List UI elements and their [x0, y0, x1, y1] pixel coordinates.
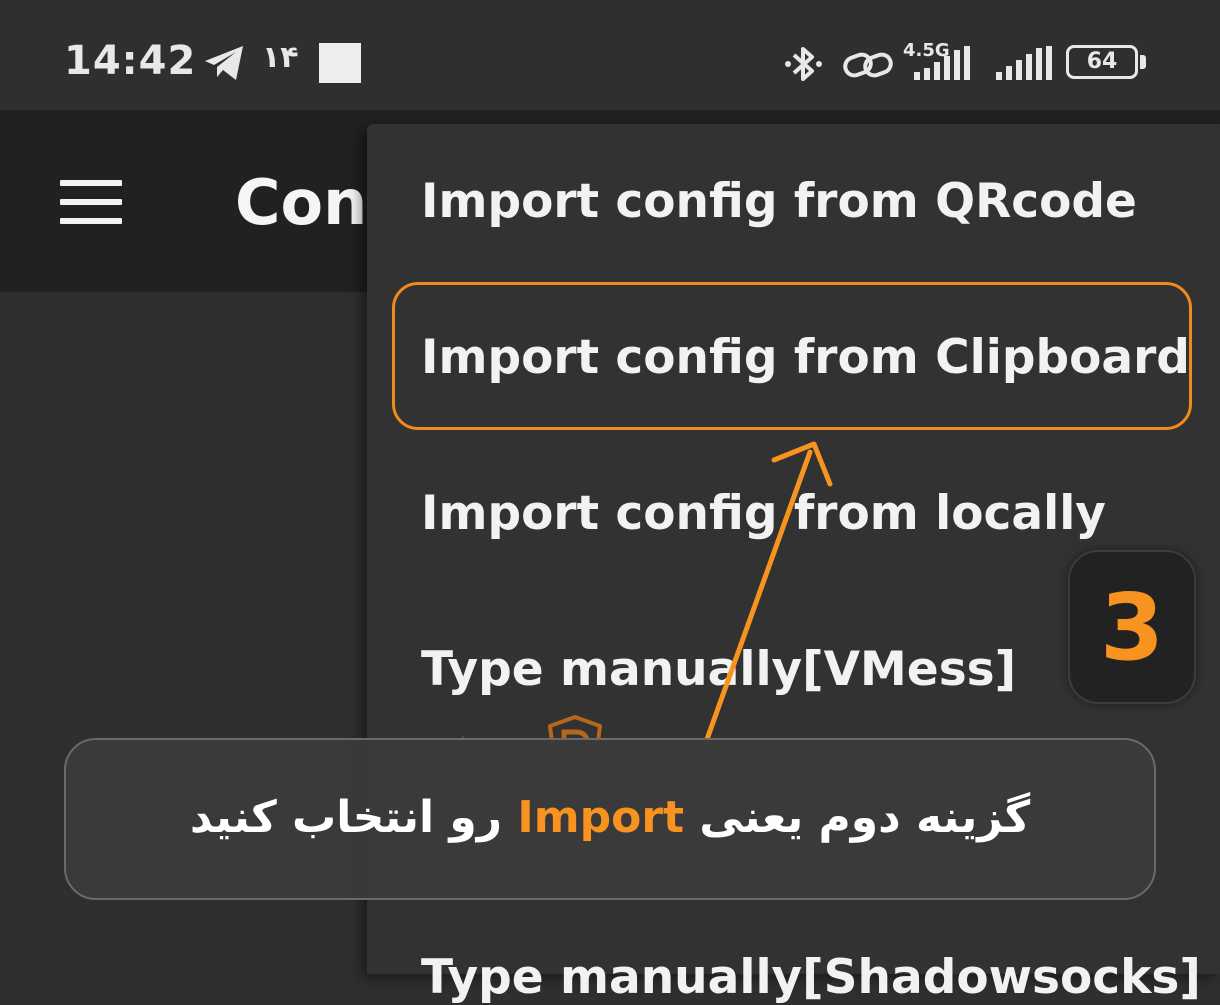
step-badge: 3 [1068, 550, 1196, 704]
bluetooth-icon [782, 42, 826, 90]
notification-count: ۱۴ [262, 40, 299, 75]
signal-icon [996, 46, 1052, 86]
pointer-arrow [690, 430, 850, 754]
notification-square-icon [319, 43, 361, 83]
caption-text: گزینه دوم یعنی Import رو انتخاب کنید [66, 792, 1154, 843]
menu-item-import-qrcode[interactable]: Import config from QRcode [421, 174, 1137, 229]
battery-level: 64 [1086, 49, 1118, 74]
battery-nub [1140, 55, 1146, 69]
caption-after: رو انتخاب کنید [189, 792, 518, 843]
caption-before: گزینه دوم یعنی [684, 792, 1031, 843]
signal-icon [914, 46, 986, 86]
highlight-box [392, 282, 1192, 430]
telegram-icon [203, 44, 245, 86]
hamburger-icon[interactable] [60, 180, 122, 224]
status-bar: 14:42 ۱۴ 4.5G 64 [0, 0, 1220, 110]
battery-icon: 64 [1066, 45, 1138, 79]
caption-banner: گزینه دوم یعنی Import رو انتخاب کنید [64, 738, 1156, 900]
menu-item-type-shadowsocks[interactable]: Type manually[Shadowsocks] [421, 950, 1201, 1005]
caption-accent: Import [517, 792, 685, 843]
step-number: 3 [1099, 574, 1164, 681]
status-time: 14:42 [64, 38, 197, 84]
link-icon [842, 48, 894, 86]
